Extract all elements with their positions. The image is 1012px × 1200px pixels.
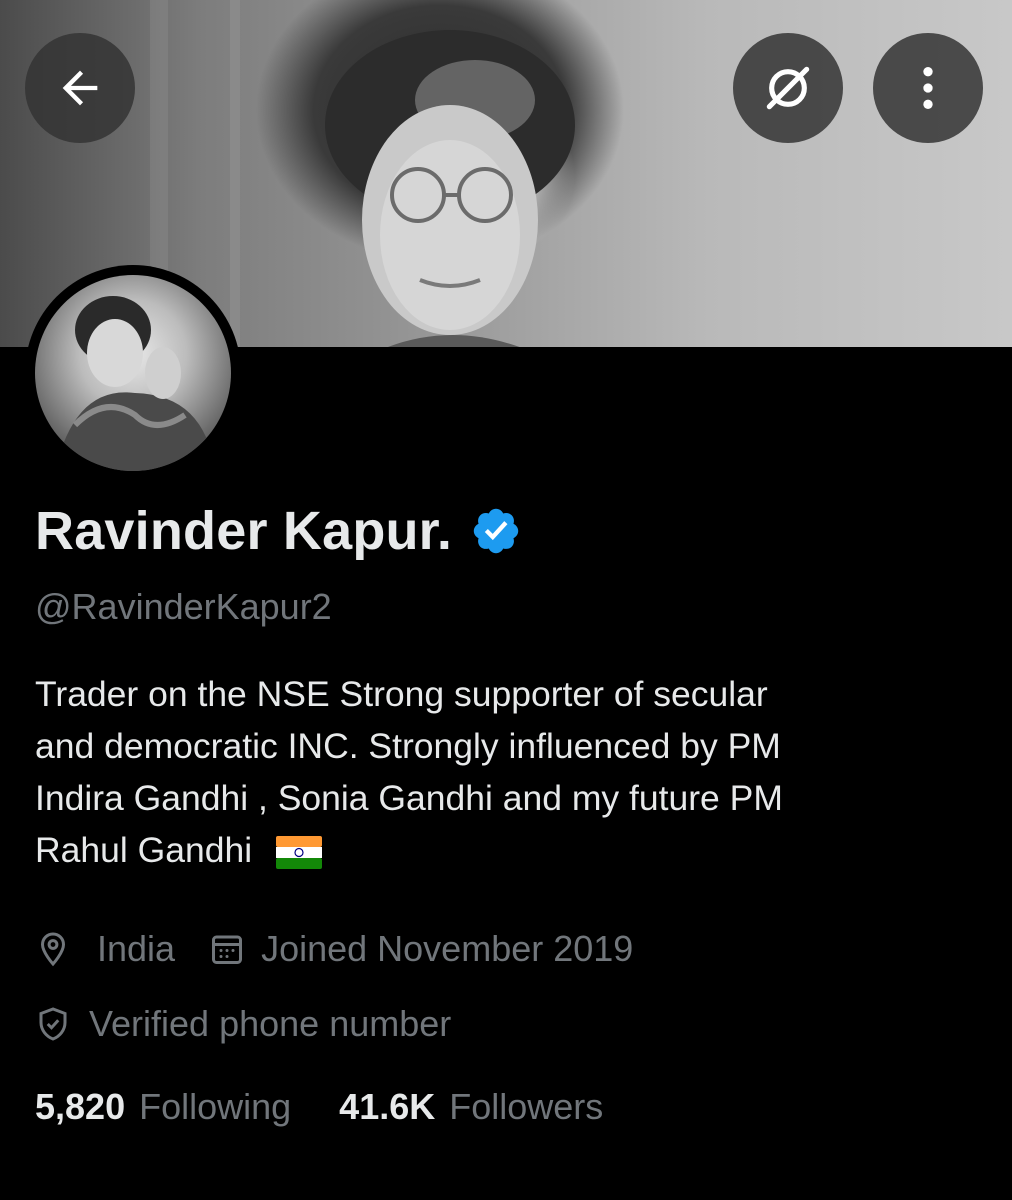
shield-check-icon bbox=[39, 1007, 67, 1041]
banner-portrait-image bbox=[325, 30, 575, 347]
avatar-image bbox=[35, 275, 231, 471]
profile-joined-date: Joined November 2019 bbox=[261, 928, 634, 969]
profile-meta-row: India Joined November 2019 bbox=[35, 928, 633, 970]
bio-line: and democratic INC. Strongly influenced … bbox=[35, 726, 781, 766]
followers-count: 41.6K bbox=[339, 1086, 436, 1127]
bio-line: Trader on the NSE Strong supporter of se… bbox=[35, 674, 768, 714]
verified-phone-row[interactable]: Verified phone number bbox=[35, 1003, 451, 1045]
profile-handle: @RavinderKapur2 bbox=[35, 586, 332, 627]
search-button[interactable] bbox=[733, 33, 843, 143]
followers-label: Followers bbox=[449, 1086, 604, 1127]
search-hidden-icon bbox=[766, 66, 810, 110]
profile-stats: 5,820 Following 41.6K Followers bbox=[35, 1086, 603, 1128]
followers-link[interactable]: 41.6K Followers bbox=[339, 1086, 603, 1128]
verified-phone-label: Verified phone number bbox=[89, 1003, 452, 1044]
profile-name-row: Ravinder Kapur. bbox=[35, 500, 522, 562]
avatar[interactable] bbox=[25, 265, 241, 481]
more-vertical-icon bbox=[923, 67, 933, 109]
profile-bio: Trader on the NSE Strong supporter of se… bbox=[35, 668, 985, 876]
banner-detail bbox=[230, 0, 240, 347]
verified-badge-icon[interactable] bbox=[470, 505, 522, 557]
back-button[interactable] bbox=[25, 33, 135, 143]
following-count: 5,820 bbox=[35, 1086, 126, 1127]
bio-line: Indira Gandhi , Sonia Gandhi and my futu… bbox=[35, 778, 783, 818]
bio-line: Rahul Gandhi bbox=[35, 830, 253, 870]
following-link[interactable]: 5,820 Following bbox=[35, 1086, 291, 1128]
more-options-button[interactable] bbox=[873, 33, 983, 143]
bio-last-line: Rahul Gandhi bbox=[35, 824, 985, 876]
calendar-icon bbox=[212, 935, 243, 964]
profile-location: India bbox=[97, 928, 176, 969]
arrow-left-icon bbox=[62, 70, 98, 106]
following-label: Following bbox=[139, 1086, 292, 1127]
location-pin-icon bbox=[40, 932, 66, 967]
profile-name: Ravinder Kapur. bbox=[35, 501, 453, 561]
india-flag-icon bbox=[275, 836, 322, 870]
